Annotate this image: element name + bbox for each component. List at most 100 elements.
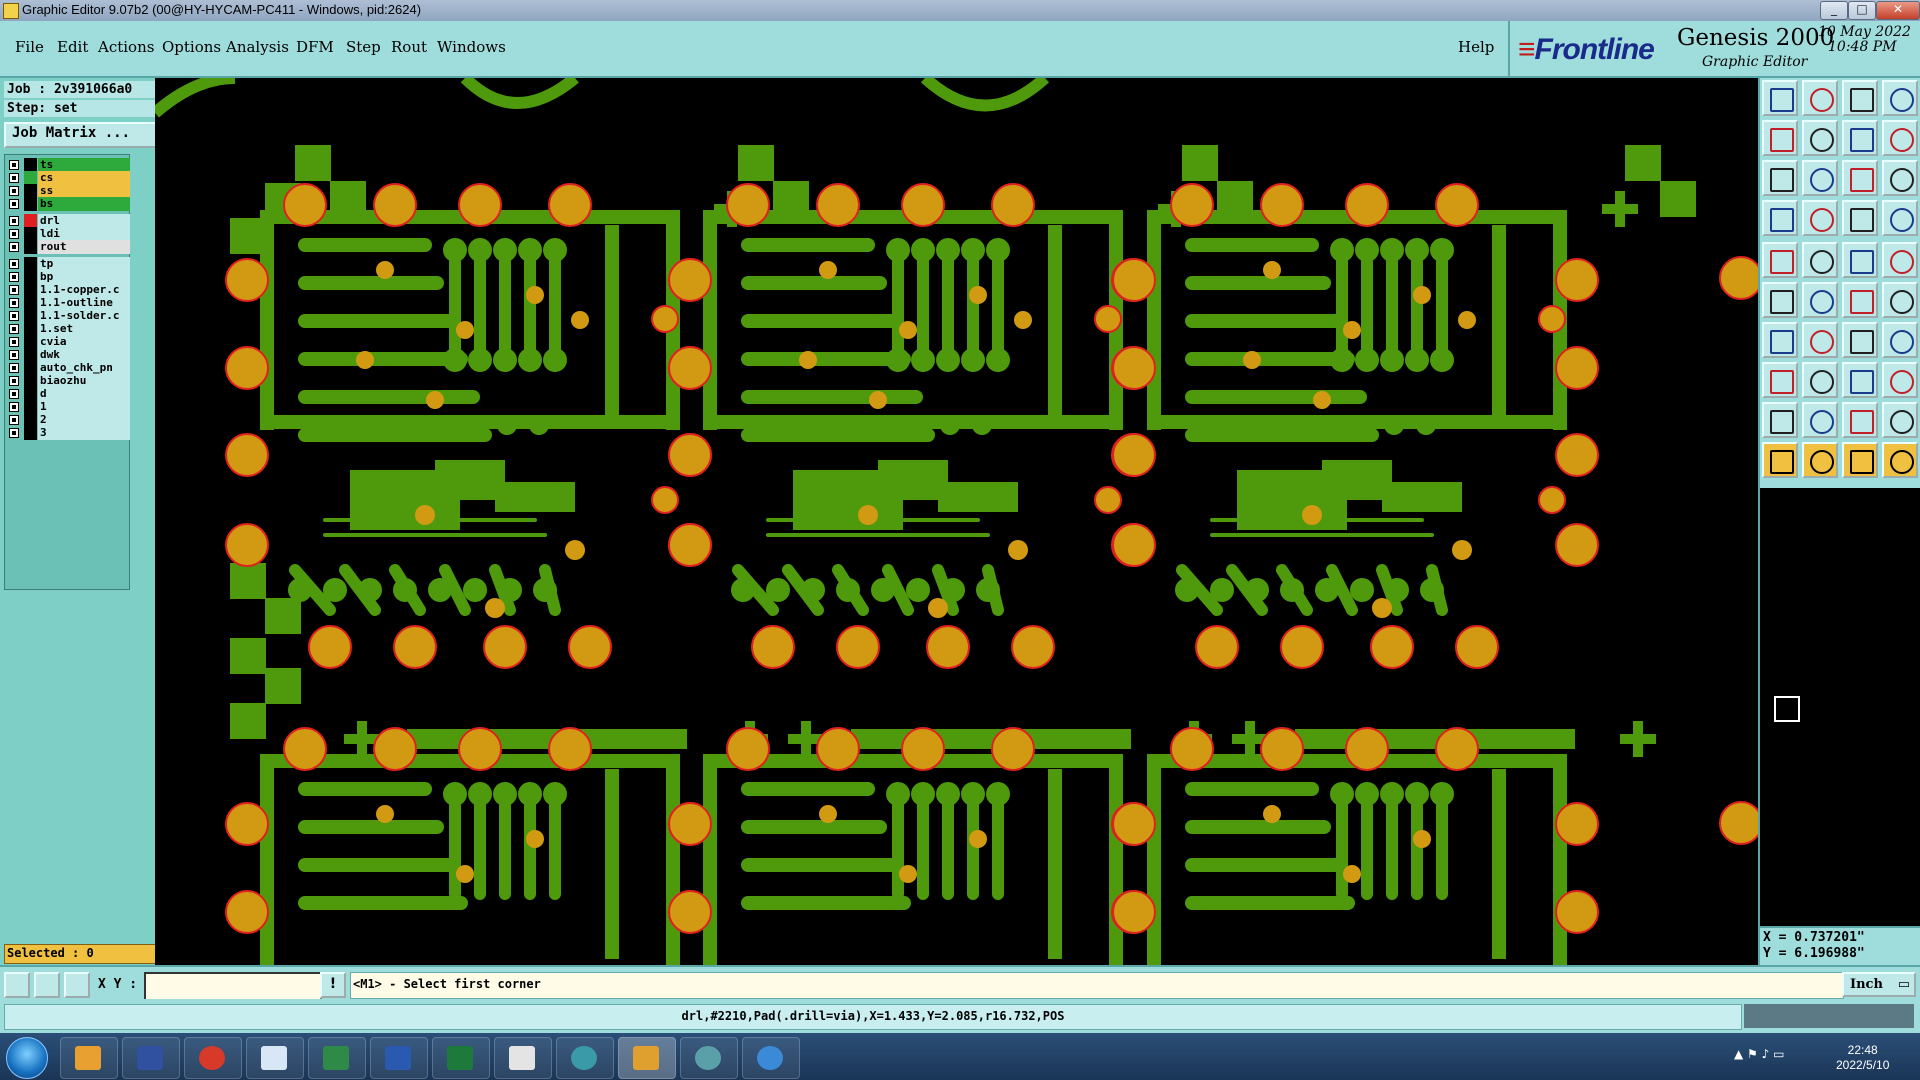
- layer-row-1-1-outline[interactable]: 1.1-outline: [7, 296, 130, 310]
- layer-color-swatch[interactable]: [24, 413, 37, 427]
- move-icon[interactable]: [1882, 442, 1918, 478]
- camera-icon[interactable]: [1762, 242, 1798, 278]
- layer-color-swatch[interactable]: [24, 309, 37, 323]
- arch-icon[interactable]: [1842, 402, 1878, 438]
- arc-node-icon[interactable]: [1882, 282, 1918, 318]
- measure-icon[interactable]: [34, 972, 60, 998]
- layer-color-swatch[interactable]: [24, 197, 37, 211]
- layer-name[interactable]: bs: [38, 197, 130, 211]
- minimize-button[interactable]: _: [1820, 1, 1848, 20]
- arc-icon[interactable]: [1842, 322, 1878, 358]
- layer-checkbox[interactable]: [9, 229, 19, 239]
- line-alt-icon[interactable]: [1802, 322, 1838, 358]
- taskbar-save-icon[interactable]: [122, 1037, 180, 1079]
- menu-dfm[interactable]: DFM: [296, 38, 334, 56]
- layer-checkbox[interactable]: [9, 311, 19, 321]
- layer-color-swatch[interactable]: [24, 400, 37, 414]
- layer-checkbox[interactable]: [9, 216, 19, 226]
- pointer-alt-icon[interactable]: [1802, 442, 1838, 478]
- layer-name[interactable]: 1: [38, 400, 130, 414]
- layer-row-rout[interactable]: rout: [7, 240, 130, 254]
- layer-row-biaozhu[interactable]: biaozhu: [7, 374, 130, 388]
- taskbar-app-icon[interactable]: [184, 1037, 242, 1079]
- job-matrix-button[interactable]: Job Matrix ...: [4, 122, 162, 148]
- menu-help[interactable]: Help: [1458, 38, 1494, 56]
- open-step-icon[interactable]: [1762, 80, 1798, 116]
- pan-left-icon[interactable]: [1762, 120, 1798, 156]
- layer-name[interactable]: cvia: [38, 335, 130, 349]
- layer-name[interactable]: cs: [38, 171, 130, 185]
- layer-name[interactable]: 1.set: [38, 322, 130, 336]
- layer-row-d[interactable]: d: [7, 387, 130, 401]
- edit-shape-icon[interactable]: [1802, 242, 1838, 278]
- taskbar-excel-icon[interactable]: [432, 1037, 490, 1079]
- connect-icon[interactable]: [1842, 282, 1878, 318]
- fork-icon[interactable]: [1882, 322, 1918, 358]
- measure-icon[interactable]: [1842, 362, 1878, 398]
- taskbar-graphic-editor-icon[interactable]: [618, 1037, 676, 1079]
- layers-icon[interactable]: [1842, 200, 1878, 236]
- taskbar-pdf-icon[interactable]: [494, 1037, 552, 1079]
- ruler-icon[interactable]: [1842, 242, 1878, 278]
- warning-icon[interactable]: !: [320, 972, 346, 998]
- pcb-artwork[interactable]: [155, 78, 1758, 965]
- layer-color-swatch[interactable]: [24, 296, 37, 310]
- menu-analysis[interactable]: Analysis: [226, 38, 289, 56]
- layer-name[interactable]: dwk: [38, 348, 130, 362]
- layer-color-swatch[interactable]: [24, 348, 37, 362]
- layer-name[interactable]: ldi: [38, 227, 130, 241]
- layer-checkbox[interactable]: [9, 242, 19, 252]
- menu-windows[interactable]: Windows: [437, 38, 506, 56]
- layer-name[interactable]: ss: [38, 184, 130, 198]
- start-button[interactable]: [6, 1037, 48, 1079]
- layer-color-swatch[interactable]: [24, 283, 37, 297]
- layer-name[interactable]: tp: [38, 257, 130, 271]
- layer-color-swatch[interactable]: [24, 335, 37, 349]
- taskbar-shell-icon[interactable]: [60, 1037, 118, 1079]
- layer-color-swatch[interactable]: [24, 270, 37, 284]
- snap-icon[interactable]: [1882, 120, 1918, 156]
- layer-color-swatch[interactable]: [24, 374, 37, 388]
- zoom-box-icon[interactable]: [1842, 120, 1878, 156]
- menu-options[interactable]: Options: [162, 38, 221, 56]
- layer-color-swatch[interactable]: [24, 322, 37, 336]
- window-icon[interactable]: [1882, 80, 1918, 116]
- menu-file[interactable]: File: [15, 38, 44, 56]
- pointer-select-icon[interactable]: [1842, 442, 1878, 478]
- layer-row-2[interactable]: 2: [7, 413, 130, 427]
- layer-row-drl[interactable]: drl: [7, 214, 130, 228]
- help-icon[interactable]: [1882, 160, 1918, 196]
- taskbar-publisher-icon[interactable]: [308, 1037, 366, 1079]
- pointer-icon[interactable]: [1762, 442, 1798, 478]
- layer-name[interactable]: ts: [38, 158, 130, 172]
- layer-row-cs[interactable]: cs: [7, 171, 130, 185]
- layer-color-swatch[interactable]: [24, 361, 37, 375]
- node-icon[interactable]: [1762, 282, 1798, 318]
- layer-checkbox[interactable]: [9, 173, 19, 183]
- layer-color-swatch[interactable]: [24, 227, 37, 241]
- layer-row-1-1-solder-c[interactable]: 1.1-solder.c: [7, 309, 130, 323]
- layer-row-ldi[interactable]: ldi: [7, 227, 130, 241]
- layer-row-ts[interactable]: ts: [7, 158, 130, 172]
- layer-checkbox[interactable]: [9, 350, 19, 360]
- taskbar-cam-icon[interactable]: [680, 1037, 738, 1079]
- layer-name[interactable]: rout: [38, 240, 130, 254]
- layer-checkbox[interactable]: [9, 199, 19, 209]
- layer-checkbox[interactable]: [9, 376, 19, 386]
- layer-row-1-1-copper-c[interactable]: 1.1-copper.c: [7, 283, 130, 297]
- home-icon[interactable]: [1842, 80, 1878, 116]
- layer-checkbox[interactable]: [9, 186, 19, 196]
- layer-row-tp[interactable]: tp: [7, 257, 130, 271]
- save-icon[interactable]: [1802, 80, 1838, 116]
- layer-color-swatch[interactable]: [24, 184, 37, 198]
- layer-color-swatch[interactable]: [24, 240, 37, 254]
- layer-checkbox[interactable]: [9, 415, 19, 425]
- units-selector[interactable]: Inch ▭: [1842, 972, 1916, 997]
- menu-rout[interactable]: Rout: [391, 38, 427, 56]
- pad-icon[interactable]: [1882, 242, 1918, 278]
- layer-name[interactable]: auto_chk_pn: [38, 361, 130, 375]
- maximize-button[interactable]: □: [1848, 1, 1876, 20]
- ratio-icon[interactable]: [1842, 160, 1878, 196]
- layer-row-bp[interactable]: bp: [7, 270, 130, 284]
- layer-color-swatch[interactable]: [24, 257, 37, 271]
